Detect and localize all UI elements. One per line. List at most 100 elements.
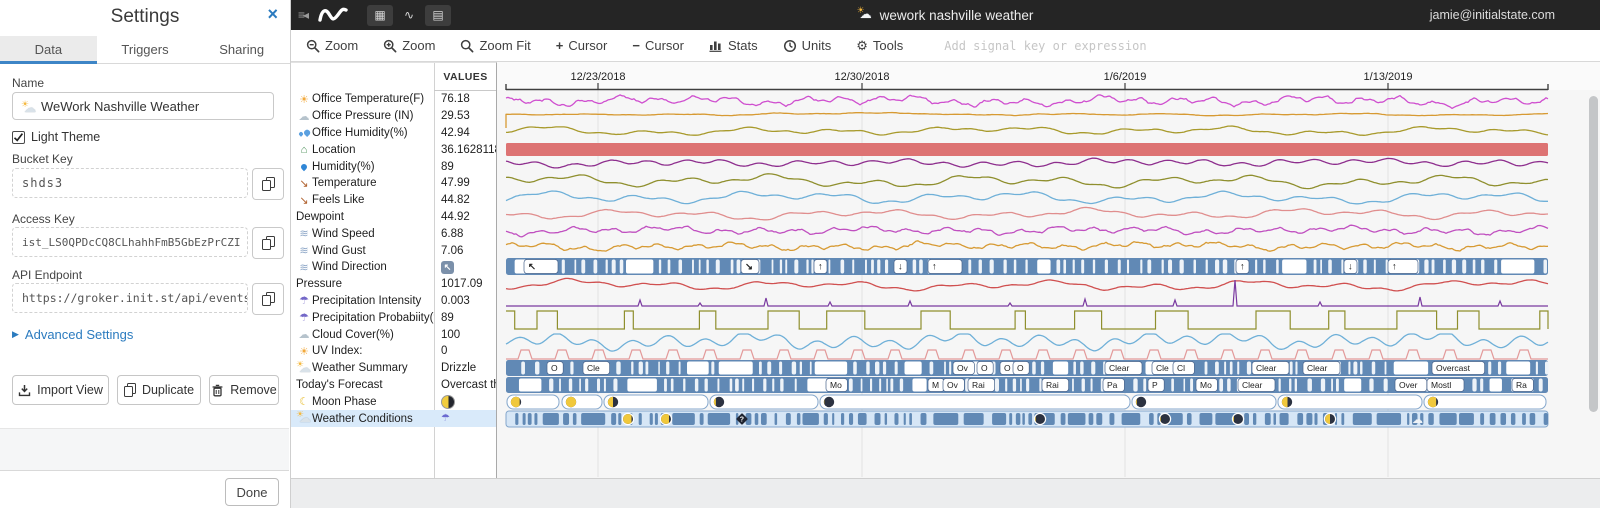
light-theme-checkbox-row[interactable]: Light Theme	[12, 130, 100, 144]
remove-button[interactable]: Remove	[209, 375, 279, 405]
signal-row-wind-direction[interactable]: ≋ Wind Direction ↖	[290, 259, 496, 276]
signal-value: 44.92	[441, 210, 470, 223]
svg-text:12/30/2018: 12/30/2018	[834, 71, 889, 83]
copy-bucket-key-button[interactable]	[252, 168, 284, 200]
signal-value: Drizzle	[441, 362, 477, 375]
signal-name: Cloud Cover(%)	[312, 328, 394, 341]
bucket-name-input[interactable]: ☀ ☁ WeWork Nashville Weather	[12, 92, 274, 120]
signal-row-office-pressure-in[interactable]: ☁ Office Pressure (IN) 29.53	[290, 108, 496, 125]
collapse-sidebar-icon[interactable]: ≡◂	[298, 8, 309, 22]
units-button[interactable]: Units	[783, 38, 831, 53]
signal-row-humidity[interactable]: Humidity(%) 89	[290, 158, 496, 175]
svg-text:↑: ↑	[818, 262, 823, 273]
access-key-value[interactable]: ist_LS0QPDcCQ8CLhahhFmB5GbEzPrCZI	[12, 227, 248, 257]
advanced-settings-link[interactable]: ▶ Advanced Settings	[12, 327, 133, 342]
app-root: ≡◂ ▦ ∿ ▤ ☀ ☁ wework nashville weather jam…	[0, 0, 1600, 508]
add-cursor-button[interactable]: + Cursor	[556, 38, 608, 53]
settings-panel: Settings × Data Triggers Sharing Name ☀ ☁…	[0, 0, 291, 508]
wind-direction-arrow-icon[interactable]: ↖	[441, 260, 454, 274]
signal-value: 7.06	[441, 244, 464, 257]
add-signal-input[interactable]	[942, 33, 1205, 58]
copy-api-endpoint-button[interactable]	[252, 283, 284, 315]
signal-row-dewpoint[interactable]: Dewpoint 44.92	[290, 209, 496, 226]
series-dewpoint	[505, 206, 1549, 221]
signal-row-weather-summary[interactable]: ☀ ☁ Weather Summary Drizzle	[290, 360, 496, 377]
copy-icon	[262, 292, 275, 306]
signal-row-location[interactable]: ⌂ Location 36.1628118.	[290, 141, 496, 158]
tab-sharing[interactable]: Sharing	[193, 36, 290, 63]
copy-icon	[123, 383, 137, 397]
settings-tabs: Data Triggers Sharing	[0, 36, 290, 64]
signal-row-temperature[interactable]: ↘ Temperature 47.99	[290, 175, 496, 192]
user-email[interactable]: jamie@initialstate.com	[1430, 8, 1555, 22]
cloud-sun-icon: ☀ ☁	[856, 5, 872, 21]
copy-access-key-button[interactable]	[252, 227, 284, 259]
signal-row-wind-speed[interactable]: ≋ Wind Speed 6.88	[290, 225, 496, 242]
svg-text:Mo: Mo	[830, 380, 842, 390]
svg-text:Overcast: Overcast	[1436, 363, 1471, 373]
stats-button[interactable]: Stats	[709, 38, 758, 53]
checkbox-checked-icon[interactable]	[12, 130, 25, 144]
bottom-strip	[290, 478, 1600, 508]
signal-value: 6.88	[441, 227, 464, 240]
tab-triggers[interactable]: Triggers	[97, 36, 194, 63]
zoom-out-icon	[306, 39, 320, 52]
series-weather-conditions: ? ☁	[505, 410, 1549, 428]
signal-row-cloud-cover[interactable]: ☁ Cloud Cover(%) 100	[290, 326, 496, 343]
zoom-fit-button[interactable]: Zoom Fit	[460, 38, 531, 53]
signal-value: 0	[441, 345, 448, 358]
signal-row-moon-phase[interactable]: ☾ Moon Phase	[290, 393, 496, 410]
svg-text:Rai: Rai	[1046, 380, 1059, 390]
svg-text:Ov: Ov	[947, 380, 959, 390]
close-icon[interactable]: ×	[267, 4, 278, 25]
signal-row-weather-conditions[interactable]: ☀ ☁ Weather Conditions ☂	[290, 410, 496, 427]
svg-text:O: O	[1017, 363, 1024, 373]
rain-icon: ☂	[441, 413, 450, 425]
signal-name: UV Index:	[312, 345, 363, 358]
signal-value: ↖	[434, 260, 496, 274]
tools-button[interactable]: ⚙ Tools	[856, 38, 903, 54]
import-view-button[interactable]: Import View	[12, 375, 109, 405]
svg-text:1/13/2019: 1/13/2019	[1364, 71, 1413, 83]
cloud-icon: ☁	[298, 329, 310, 342]
signal-row-today-s-forecast[interactable]: Today's Forecast Overcast thr	[290, 377, 496, 394]
signal-row-office-temperature-f[interactable]: ☀ Office Temperature(F) 76.18	[290, 91, 496, 108]
bucket-key-value[interactable]: shds3	[12, 168, 248, 198]
svg-text:↑: ↑	[1392, 262, 1397, 273]
chart-scrollbar[interactable]	[1589, 96, 1598, 412]
signal-name: Dewpoint	[296, 210, 344, 223]
tab-data[interactable]: Data	[0, 36, 97, 64]
series-wind-speed	[505, 224, 1549, 238]
signal-row-wind-gust[interactable]: ≋ Wind Gust 7.06	[290, 242, 496, 259]
series-location	[506, 143, 1548, 156]
grid-view-icon[interactable]: ▦	[367, 4, 394, 26]
name-label: Name	[12, 76, 45, 90]
lines-view-icon[interactable]: ▤	[425, 4, 452, 26]
series-moon-phase	[506, 394, 1547, 410]
signal-row-precipitation-probabiity[interactable]: ☂ Precipitation Probabiity(%) 89	[290, 309, 496, 326]
svg-text:O: O	[1004, 363, 1011, 373]
duplicate-button[interactable]: Duplicate	[117, 375, 201, 405]
signal-row-precipitation-intensity[interactable]: ☂ Precipitation Intensity 0.003	[290, 293, 496, 310]
settings-title: Settings	[110, 6, 180, 27]
top-bar: ≡◂ ▦ ∿ ▤ ☀ ☁ wework nashville weather jam…	[290, 0, 1600, 30]
signal-row-feels-like[interactable]: ↘ Feels Like 44.82	[290, 192, 496, 209]
svg-text:1/6/2019: 1/6/2019	[1104, 71, 1147, 83]
signal-name: Pressure	[296, 278, 343, 291]
signal-value: Overcast thr	[441, 378, 496, 391]
chart-canvas[interactable]: 12/23/2018 12/30/2018 1/6/2019 1/13/2019 ↖ ↘ ↑…	[497, 62, 1600, 478]
zoom-out-button[interactable]: Zoom	[306, 38, 358, 53]
signal-row-uv-index[interactable]: ☀ UV Index: 0	[290, 343, 496, 360]
signal-name: Humidity(%)	[312, 160, 375, 173]
waveform-view-icon[interactable]: ∿	[396, 5, 422, 26]
moon-icon: ☾	[299, 396, 309, 409]
done-button[interactable]: Done	[225, 478, 279, 506]
api-endpoint-value[interactable]: https://groker.init.st/api/events	[12, 283, 248, 313]
signal-row-pressure[interactable]: Pressure 1017.09	[290, 276, 496, 293]
plus-icon: +	[555, 38, 564, 53]
remove-cursor-button[interactable]: − Cursor	[632, 38, 684, 53]
signal-row-office-humidity[interactable]: Office Humidity(%) 42.94	[290, 125, 496, 142]
zoom-in-button[interactable]: Zoom	[383, 38, 435, 53]
svg-text:P: P	[1152, 380, 1158, 390]
bucket-key-label: Bucket Key	[12, 152, 73, 166]
